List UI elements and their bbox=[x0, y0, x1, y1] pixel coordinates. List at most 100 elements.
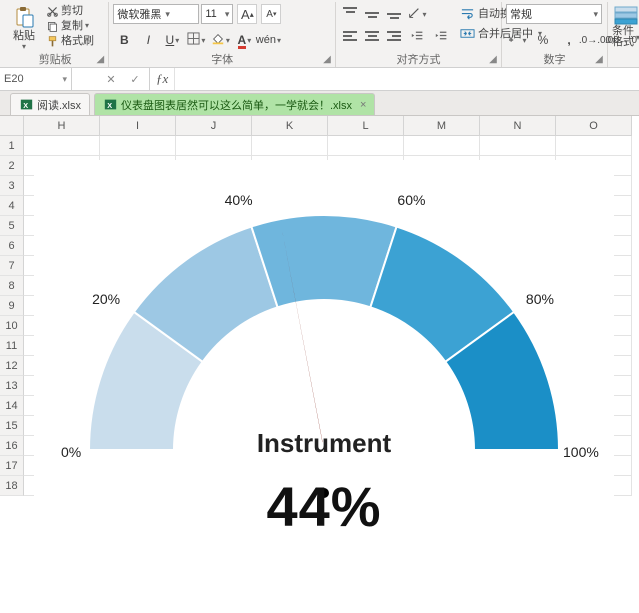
svg-text:¥: ¥ bbox=[508, 34, 514, 44]
increase-decimal-button[interactable]: .0→.00 bbox=[584, 30, 606, 50]
name-box-value: E20 bbox=[4, 73, 24, 85]
row-header[interactable]: 8 bbox=[0, 276, 24, 296]
dialog-launcher-alignment[interactable]: ◢ bbox=[487, 53, 499, 65]
column-header[interactable]: M bbox=[404, 116, 480, 136]
column-header[interactable]: L bbox=[328, 116, 404, 136]
chevron-down-icon: ▾ bbox=[22, 42, 26, 51]
cell[interactable] bbox=[556, 136, 632, 156]
format-painter-label: 格式刷 bbox=[61, 34, 94, 48]
bucket-icon bbox=[211, 32, 225, 49]
grow-font-button[interactable]: A▴ bbox=[237, 4, 257, 24]
accept-formula-button[interactable]: ✓ bbox=[127, 71, 143, 87]
ribbon-group-font: 微软雅黑 ▾ 11 ▾ A▴ A▾ B I U bbox=[109, 2, 336, 67]
ribbon-group-alignment: 自动换行 合并后居中 对齐方式 ◢ bbox=[336, 2, 502, 67]
comma-format-button[interactable]: , bbox=[558, 30, 580, 50]
column-header[interactable]: I bbox=[100, 116, 176, 136]
column-header[interactable]: H bbox=[24, 116, 100, 136]
gauge-chart[interactable]: 0%20%40%60%80%100%Instrument44% bbox=[34, 160, 614, 590]
select-all-corner[interactable] bbox=[0, 116, 24, 136]
align-middle-button[interactable] bbox=[362, 4, 382, 22]
align-right-button[interactable] bbox=[384, 27, 404, 45]
row-header[interactable]: 9 bbox=[0, 296, 24, 316]
orientation-icon bbox=[407, 6, 421, 23]
italic-button[interactable]: I bbox=[137, 30, 159, 50]
row-header[interactable]: 16 bbox=[0, 436, 24, 456]
orientation-button[interactable] bbox=[406, 4, 428, 24]
row-header[interactable]: 15 bbox=[0, 416, 24, 436]
row-header[interactable]: 5 bbox=[0, 216, 24, 236]
accounting-format-button[interactable]: ¥ bbox=[506, 30, 528, 50]
ribbon-group-label-alignment: 对齐方式 bbox=[340, 51, 497, 65]
bold-button[interactable]: B bbox=[113, 30, 135, 50]
fx-icon[interactable]: ƒx bbox=[150, 68, 175, 90]
ribbon-group-label-clipboard: 剪贴板 bbox=[6, 51, 104, 65]
row-header[interactable]: 7 bbox=[0, 256, 24, 276]
increase-indent-button[interactable] bbox=[430, 27, 452, 47]
name-box[interactable]: E20 ▾ bbox=[0, 68, 72, 90]
shrink-font-button[interactable]: A▾ bbox=[261, 4, 281, 24]
scissors-icon bbox=[45, 4, 59, 18]
cell[interactable] bbox=[328, 136, 404, 156]
align-bottom-button[interactable] bbox=[384, 4, 404, 22]
conditional-formatting-icon bbox=[612, 4, 639, 26]
decrease-indent-button[interactable] bbox=[406, 27, 428, 47]
dialog-launcher-font[interactable]: ◢ bbox=[321, 53, 333, 65]
workbook-tab-label: 阅读.xlsx bbox=[37, 97, 81, 113]
dialog-launcher-number[interactable]: ◢ bbox=[593, 53, 605, 65]
row-header[interactable]: 18 bbox=[0, 476, 24, 496]
dialog-launcher-clipboard[interactable]: ◢ bbox=[94, 53, 106, 65]
paste-button[interactable]: 粘贴 ▾ bbox=[6, 4, 42, 51]
workbook-tab[interactable]: X 阅读.xlsx bbox=[10, 93, 90, 115]
cut-button[interactable]: 剪切 bbox=[45, 4, 94, 18]
row-header[interactable]: 14 bbox=[0, 396, 24, 416]
ribbon-group-label-font: 字体 bbox=[113, 51, 331, 65]
close-tab-button[interactable]: × bbox=[360, 99, 366, 111]
cancel-formula-button[interactable]: ✕ bbox=[103, 71, 119, 87]
phonetic-guide-button[interactable]: wén bbox=[257, 30, 279, 50]
column-header[interactable]: O bbox=[556, 116, 632, 136]
wrap-text-icon bbox=[459, 5, 475, 21]
format-painter-button[interactable]: 格式刷 bbox=[45, 34, 94, 48]
column-header[interactable]: K bbox=[252, 116, 328, 136]
cell[interactable] bbox=[24, 136, 100, 156]
worksheet-area: HIJKLMNO123456789101112131415161718 0%20… bbox=[0, 116, 639, 613]
underline-button[interactable]: U bbox=[161, 30, 183, 50]
formula-input[interactable] bbox=[175, 68, 639, 90]
borders-button[interactable] bbox=[185, 30, 207, 50]
row-header[interactable]: 6 bbox=[0, 236, 24, 256]
chart-value: 44% bbox=[34, 474, 614, 539]
row-header[interactable]: 12 bbox=[0, 356, 24, 376]
fill-color-button[interactable] bbox=[209, 30, 231, 50]
row-header[interactable]: 4 bbox=[0, 196, 24, 216]
currency-icon: ¥ bbox=[507, 32, 520, 48]
font-name-value: 微软雅黑 bbox=[117, 6, 161, 22]
copy-button[interactable]: 复制 ▾ bbox=[45, 19, 94, 33]
row-header[interactable]: 17 bbox=[0, 456, 24, 476]
ribbon-group-clipboard: 粘贴 ▾ 剪切 复制 ▾ bbox=[2, 2, 109, 67]
align-left-button[interactable] bbox=[340, 27, 360, 45]
row-header[interactable]: 10 bbox=[0, 316, 24, 336]
row-header[interactable]: 2 bbox=[0, 156, 24, 176]
column-header[interactable]: J bbox=[176, 116, 252, 136]
font-size-combo[interactable]: 11 ▾ bbox=[201, 4, 233, 24]
font-name-combo[interactable]: 微软雅黑 ▾ bbox=[113, 4, 199, 24]
column-header[interactable]: N bbox=[480, 116, 556, 136]
row-header[interactable]: 1 bbox=[0, 136, 24, 156]
percent-format-button[interactable]: % bbox=[532, 30, 554, 50]
row-header[interactable]: 3 bbox=[0, 176, 24, 196]
chevron-down-icon: ▾ bbox=[593, 9, 598, 20]
cell[interactable] bbox=[100, 136, 176, 156]
number-format-combo[interactable]: 常规 ▾ bbox=[506, 4, 602, 24]
cell[interactable] bbox=[252, 136, 328, 156]
paste-label: 粘贴 bbox=[13, 30, 35, 42]
cell[interactable] bbox=[404, 136, 480, 156]
align-top-button[interactable] bbox=[340, 4, 360, 22]
align-center-button[interactable] bbox=[362, 27, 382, 45]
font-color-button[interactable]: A bbox=[233, 30, 255, 50]
row-header[interactable]: 11 bbox=[0, 336, 24, 356]
cell[interactable] bbox=[176, 136, 252, 156]
conditional-formatting-button[interactable]: 条件格式 ▾ bbox=[612, 4, 639, 48]
cell[interactable] bbox=[480, 136, 556, 156]
row-header[interactable]: 13 bbox=[0, 376, 24, 396]
workbook-tab[interactable]: X 仪表盘图表居然可以这么简单，一学就会！.xlsx × bbox=[94, 93, 375, 115]
